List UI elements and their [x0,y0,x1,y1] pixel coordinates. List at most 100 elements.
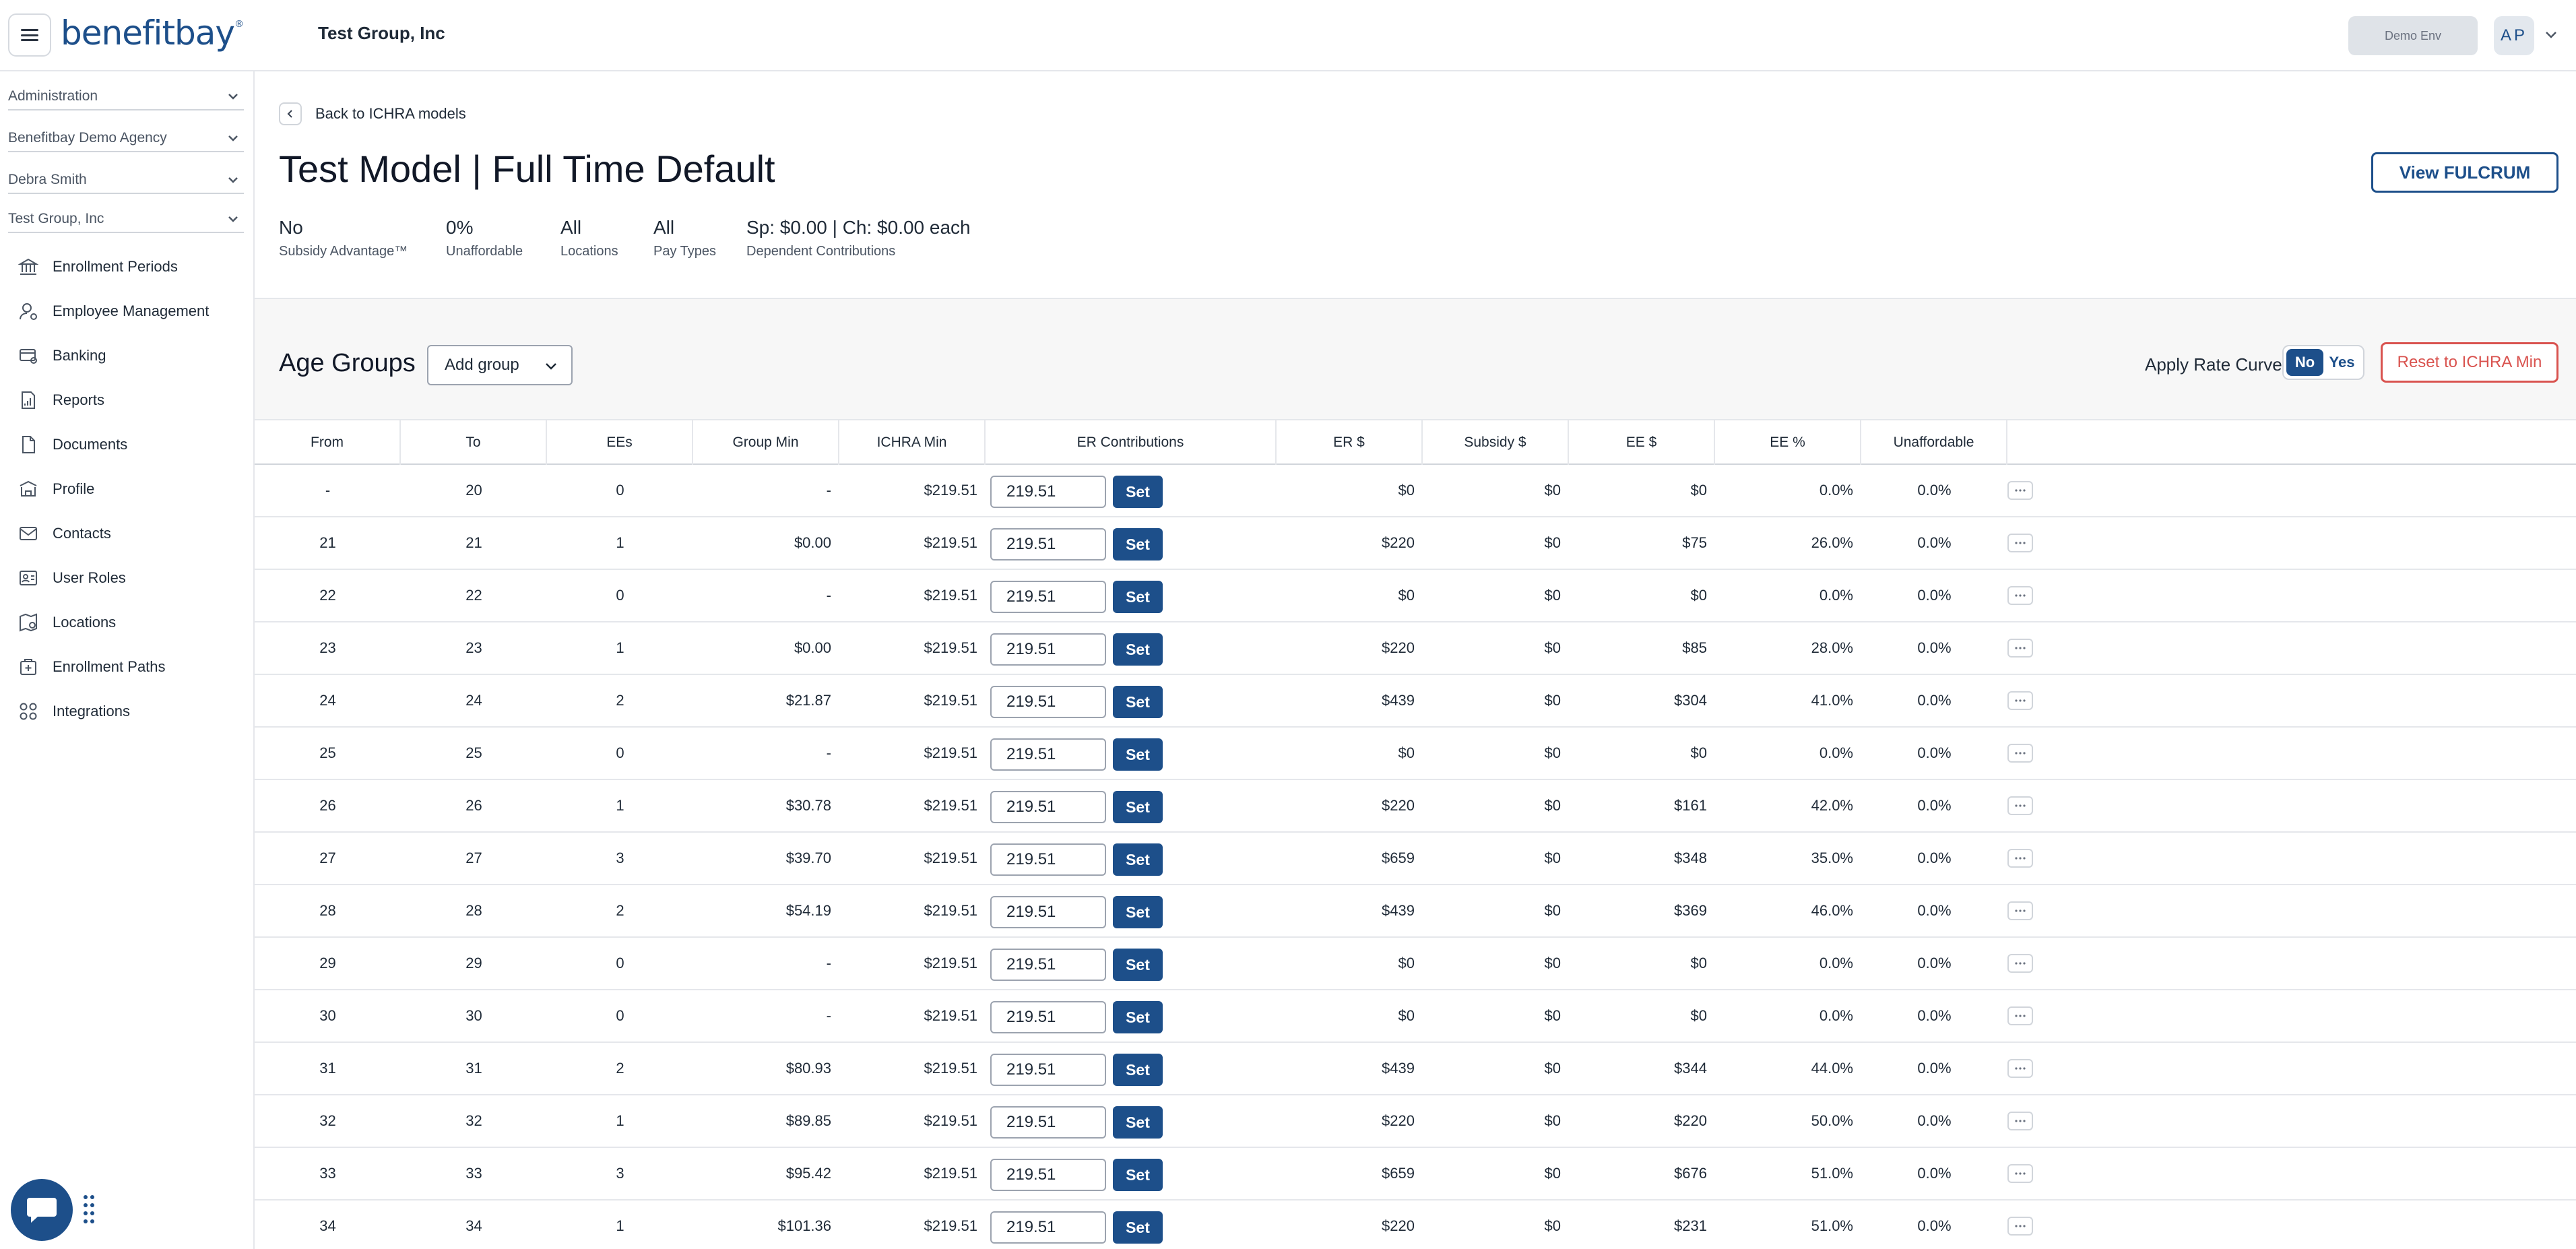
row-more-button[interactable] [2007,1059,2033,1078]
cell-from: 23 [319,639,336,656]
bank-card-icon [18,345,39,366]
row-more-button[interactable] [2007,901,2033,920]
set-button[interactable]: Set [1113,896,1163,928]
er-contribution-input[interactable]: 219.51 [990,738,1106,771]
row-more-button[interactable] [2007,796,2033,815]
sidebar-item-reports[interactable]: Reports [18,383,247,417]
row-more-button[interactable] [2007,534,2033,552]
row-more-button[interactable] [2007,1164,2033,1183]
hamburger-icon [21,29,38,41]
cell-to: 22 [465,587,482,604]
set-button[interactable]: Set [1113,581,1163,613]
table-row: 29 29 0 - $219.51 219.51 Set $0 $0 $0 0.… [255,938,2576,990]
er-contribution-input[interactable]: 219.51 [990,1211,1106,1244]
set-button[interactable]: Set [1113,791,1163,823]
context-select-group[interactable]: Test Group, Inc [8,206,244,233]
cell-subsidy: $0 [1544,955,1561,971]
context-select-broker[interactable]: Debra Smith [8,167,244,194]
sidebar-item-profile[interactable]: Profile [18,472,247,506]
sidebar-item-integrations[interactable]: Integrations [18,695,247,728]
set-button[interactable]: Set [1113,633,1163,666]
cell-ee-dollars: $348 [1674,850,1707,866]
back-label[interactable]: Back to ICHRA models [315,105,466,123]
rate-curve-toggle[interactable]: No Yes [2282,345,2364,380]
sidebar-item-documents[interactable]: Documents [18,428,247,461]
cell-ichra-min: $219.51 [924,1007,977,1024]
set-button[interactable]: Set [1113,949,1163,981]
chat-launcher-button[interactable] [11,1179,73,1241]
row-more-button[interactable] [2007,1112,2033,1130]
avatar[interactable]: AP [2494,16,2534,55]
column-header-ichra-min: ICHRA Min [839,420,986,465]
back-button[interactable] [279,102,302,125]
er-contribution-input[interactable]: 219.51 [990,1106,1106,1139]
cell-ee-percent: 28.0% [1811,639,1853,656]
cell-ee-percent: 51.0% [1811,1165,1853,1182]
cell-subsidy: $0 [1544,1060,1561,1077]
sidebar-item-enrollment-periods[interactable]: Enrollment Periods [18,250,247,284]
cell-ee-dollars: $220 [1674,1112,1707,1129]
set-button[interactable]: Set [1113,1211,1163,1244]
sidebar-item-employee-management[interactable]: Employee Management [18,294,247,328]
set-button[interactable]: Set [1113,528,1163,561]
row-more-button[interactable] [2007,691,2033,710]
er-contribution-input[interactable]: 219.51 [990,1159,1106,1191]
er-contribution-input[interactable]: 219.51 [990,791,1106,823]
row-more-button[interactable] [2007,1217,2033,1236]
er-contribution-input[interactable]: 219.51 [990,581,1106,613]
er-contribution-input[interactable]: 219.51 [990,949,1106,981]
mail-icon [18,523,39,544]
rate-curve-yes-option[interactable]: Yes [2323,349,2360,376]
cell-unaffordable: 0.0% [1917,1217,1952,1234]
drag-handle-icon[interactable] [82,1194,96,1225]
sidebar-item-locations[interactable]: Locations [18,606,247,639]
sidebar-item-user-roles[interactable]: User Roles [18,561,247,595]
er-contribution-input[interactable]: 219.51 [990,633,1106,666]
set-button[interactable]: Set [1113,1001,1163,1033]
back-link[interactable]: Back to ICHRA models [279,102,466,125]
cell-ichra-min: $219.51 [924,482,977,499]
row-more-button[interactable] [2007,586,2033,605]
context-select-administration[interactable]: Administration [8,84,244,110]
set-button[interactable]: Set [1113,1054,1163,1086]
brand-logo[interactable]: benefitbay® [61,13,244,53]
add-group-select[interactable]: Add group [427,345,573,385]
menu-button[interactable] [8,13,51,57]
set-button[interactable]: Set [1113,476,1163,508]
er-contribution-input[interactable]: 219.51 [990,686,1106,718]
table-row: 30 30 0 - $219.51 219.51 Set $0 $0 $0 0.… [255,990,2576,1043]
er-contribution-input[interactable]: 219.51 [990,476,1106,508]
age-groups-table: From To EEs Group Min ICHRA Min ER Contr… [255,419,2576,1249]
set-button[interactable]: Set [1113,738,1163,771]
chevron-down-icon[interactable] [2544,27,2558,42]
view-fulcrum-button[interactable]: View FULCRUM [2371,152,2558,193]
row-more-button[interactable] [2007,744,2033,763]
sidebar-item-banking[interactable]: Banking [18,339,247,373]
er-contribution-input[interactable]: 219.51 [990,1054,1106,1086]
rate-curve-no-option[interactable]: No [2286,349,2323,376]
cell-subsidy: $0 [1544,1007,1561,1024]
er-contribution-input[interactable]: 219.51 [990,1001,1106,1033]
er-contribution-input[interactable]: 219.51 [990,896,1106,928]
row-more-button[interactable] [2007,1006,2033,1025]
cell-from: 22 [319,587,336,604]
row-more-button[interactable] [2007,849,2033,868]
row-more-button[interactable] [2007,481,2033,500]
reset-to-ichra-min-button[interactable]: Reset to ICHRA Min [2381,342,2558,383]
set-button[interactable]: Set [1113,1159,1163,1191]
env-badge[interactable]: Demo Env [2348,16,2478,55]
set-button[interactable]: Set [1113,1106,1163,1139]
sidebar-item-contacts[interactable]: Contacts [18,517,247,550]
set-button[interactable]: Set [1113,843,1163,876]
context-select-agency[interactable]: Benefitbay Demo Agency [8,125,244,152]
cell-group-min: $0.00 [794,639,831,656]
ellipsis-icon [2015,857,2026,860]
er-contribution-input[interactable]: 219.51 [990,528,1106,561]
row-more-button[interactable] [2007,639,2033,658]
set-button[interactable]: Set [1113,686,1163,718]
cell-ichra-min: $219.51 [924,1217,977,1234]
cell-ees: 0 [616,955,624,971]
er-contribution-input[interactable]: 219.51 [990,843,1106,876]
sidebar-item-enrollment-paths[interactable]: Enrollment Paths [18,650,247,684]
row-more-button[interactable] [2007,954,2033,973]
